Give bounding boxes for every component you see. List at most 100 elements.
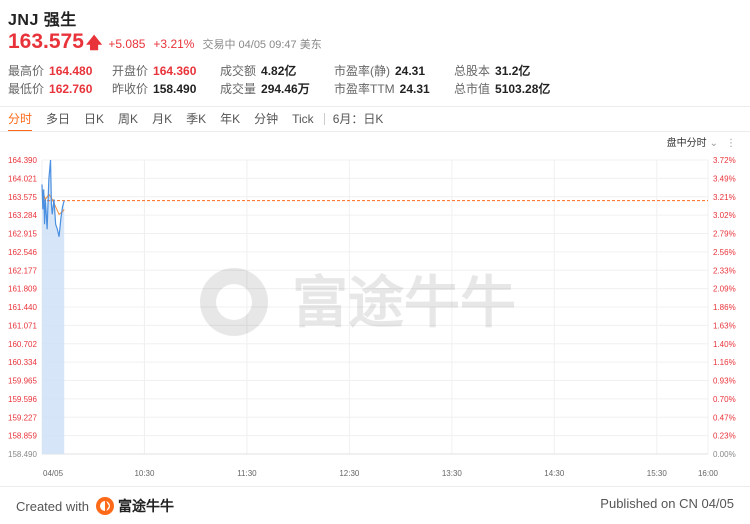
x-tick-label: 11:30 — [237, 469, 257, 478]
x-tick-label: 14:30 — [544, 469, 565, 478]
stat-item: 开盘价 164.360 — [112, 62, 196, 79]
x-tick-label: 13:30 — [442, 469, 463, 478]
y-tick-right: 3.72% — [713, 156, 736, 165]
stat-value: 158.490 — [153, 82, 197, 96]
tab-period[interactable]: 6月：日K — [333, 108, 384, 130]
arrow-up-icon: 🡅 — [85, 35, 103, 52]
divider — [0, 106, 750, 107]
tab-period[interactable]: 多日 — [46, 108, 70, 130]
brand-name: 富途牛牛 — [117, 498, 174, 514]
stat-label: 最高价 — [8, 64, 45, 78]
y-tick-right: 2.09% — [713, 285, 736, 294]
y-tick-left: 160.334 — [8, 358, 37, 367]
y-tick-right: 1.63% — [713, 321, 736, 330]
y-tick-right: 2.56% — [713, 248, 736, 257]
stat-label: 成交额 — [220, 64, 257, 78]
stat-value: 5103.28亿 — [495, 82, 551, 96]
stat-item: 成交量 294.46万 — [220, 80, 310, 97]
stat-item: 总股本 31.2亿 — [454, 62, 530, 79]
stat-item: 成交额 4.82亿 — [220, 62, 296, 79]
price-change-pct: +3.21% — [153, 37, 195, 51]
y-tick-left: 162.177 — [8, 266, 37, 275]
published-info: Published on CN 04/05 — [600, 496, 734, 511]
x-tick-label: 10:30 — [134, 469, 155, 478]
tab-separator — [323, 113, 325, 125]
stat-label: 市盈率(静) — [334, 64, 390, 78]
y-tick-right: 0.93% — [713, 377, 736, 386]
y-tick-right: 0.70% — [713, 395, 736, 404]
stock-title: JNJ 强生 — [8, 12, 77, 29]
stat-value: 4.82亿 — [261, 64, 297, 78]
stat-label: 最低价 — [8, 82, 45, 96]
chart-mode-select[interactable]: 盘中分时 ⌄ ⋮ — [667, 134, 736, 149]
tab-period[interactable]: 月K — [152, 108, 172, 130]
tab-period[interactable]: 日K — [84, 108, 104, 130]
y-tick-left: 161.071 — [8, 321, 37, 330]
stat-item: 市盈率(静) 24.31 — [334, 62, 425, 79]
stat-label: 市盈率TTM — [334, 82, 395, 96]
watermark-text: 富途牛牛 — [292, 271, 516, 336]
y-tick-left: 159.227 — [8, 413, 37, 422]
stat-item: 总市值 5103.28亿 — [454, 80, 550, 97]
y-tick-right: 3.49% — [713, 174, 736, 183]
last-price: 163.575 — [8, 30, 84, 53]
brand: 富途牛牛 — [95, 496, 174, 516]
stat-item: 昨收价 158.490 — [112, 80, 196, 97]
y-tick-right: 1.16% — [713, 358, 736, 367]
divider — [0, 486, 750, 487]
y-tick-left: 158.859 — [8, 432, 37, 441]
x-tick-label: 15:30 — [647, 469, 668, 478]
y-tick-left: 161.809 — [8, 285, 37, 294]
y-tick-right: 1.40% — [713, 340, 736, 349]
tab-period[interactable]: 分时 — [8, 108, 33, 132]
created-label: Created with — [16, 498, 89, 514]
stat-label: 开盘价 — [112, 64, 149, 78]
y-tick-right: 0.00% — [713, 450, 736, 459]
y-tick-left: 161.440 — [8, 303, 37, 312]
divider — [0, 131, 750, 132]
stat-value: 164.360 — [153, 64, 197, 78]
stat-value: 162.760 — [49, 82, 93, 96]
price-change: +5.085 — [108, 37, 146, 51]
watermark: 富途牛牛 — [200, 268, 516, 336]
stat-value: 24.31 — [399, 82, 430, 96]
y-tick-left: 159.596 — [8, 395, 37, 404]
stat-label: 总股本 — [454, 64, 491, 78]
tab-period[interactable]: Tick — [292, 108, 314, 130]
intraday-chart[interactable]: 富途牛牛 164.390 164.021 163.575 163.284 162.915 1… — [0, 148, 750, 484]
trading-status: 交易中 04/05 09:47 美东 — [202, 39, 322, 51]
y-tick-left: 162.546 — [8, 248, 37, 257]
tab-period[interactable]: 分钟 — [254, 108, 278, 130]
futu-logo-icon — [95, 497, 114, 515]
y-tick-right: 0.47% — [713, 413, 736, 422]
y-tick-left: 160.702 — [8, 340, 37, 349]
stat-item: 最低价 162.760 — [8, 80, 92, 97]
futu-logo-icon — [216, 284, 252, 320]
stat-item: 市盈率TTM 24.31 — [334, 80, 430, 97]
y-tick-right: 1.86% — [713, 303, 736, 312]
period-tabs: 分时 多日 日K 周K 月K 季K 年K 分钟 Tick 6月：日K — [8, 108, 397, 132]
tab-period[interactable]: 季K — [186, 108, 206, 130]
stat-value: 164.480 — [49, 64, 93, 78]
stat-value: 24.31 — [395, 64, 426, 78]
x-tick-label: 12:30 — [339, 469, 360, 478]
y-tick-right: 3.02% — [713, 211, 736, 220]
tab-period[interactable]: 周K — [118, 108, 138, 130]
y-tick-left: 162.915 — [8, 230, 37, 239]
quote-header: JNJ 强生 163.575 🡅 +5.085 +3.21% 交易中 04/05… — [8, 6, 742, 96]
y-tick-right: 3.21% — [713, 193, 736, 202]
y-tick-left: 158.490 — [8, 450, 37, 459]
stat-value: 31.2亿 — [495, 64, 531, 78]
stat-label: 总市值 — [454, 82, 491, 96]
y-tick-left: 159.965 — [8, 377, 37, 386]
x-tick-label: 16:00 — [698, 469, 719, 478]
x-tick-label: 04/05 — [43, 469, 64, 478]
y-tick-left: 164.021 — [8, 174, 37, 183]
y-tick-left: 164.390 — [8, 156, 37, 165]
stat-label: 昨收价 — [112, 82, 149, 96]
stat-label: 成交量 — [220, 82, 257, 96]
tab-period[interactable]: 年K — [220, 108, 240, 130]
y-tick-right: 0.23% — [713, 432, 736, 441]
created-with: Created with 富途牛牛 — [16, 496, 174, 516]
y-tick-right: 2.79% — [713, 230, 736, 239]
